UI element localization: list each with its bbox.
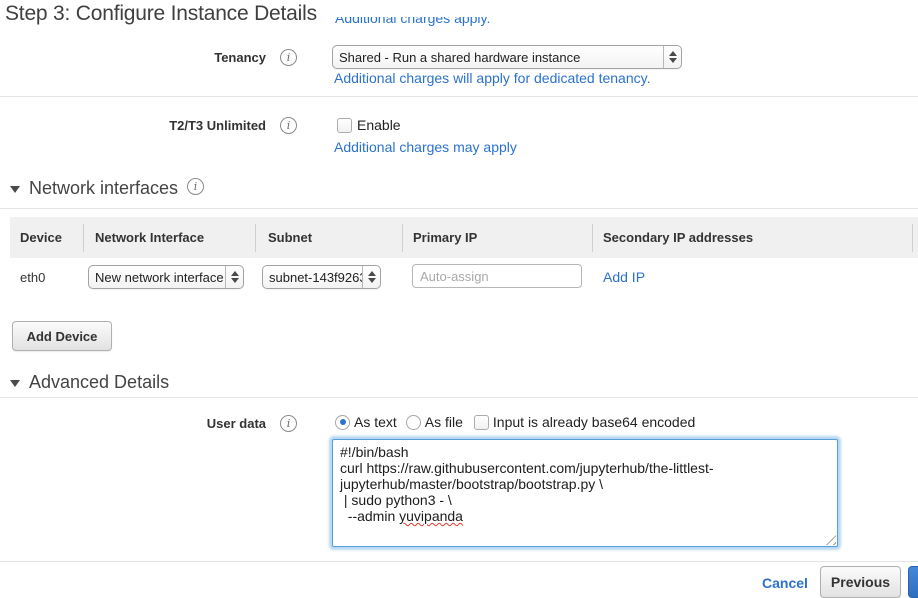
advanced-details-title: Advanced Details — [29, 372, 169, 393]
column-separator — [402, 224, 403, 252]
info-icon[interactable]: i — [280, 415, 297, 432]
col-header-primary-ip: Primary IP — [413, 230, 477, 245]
as-text-radio-label: As text — [354, 414, 397, 430]
col-header-secondary-ip: Secondary IP addresses — [603, 230, 753, 245]
advanced-details-section-header[interactable]: Advanced Details — [10, 372, 169, 393]
select-stepper-icon — [663, 46, 681, 68]
previous-button[interactable]: Previous — [820, 566, 901, 598]
network-interface-select[interactable]: New network interface — [88, 265, 244, 289]
network-interfaces-section-header[interactable]: Network interfaces i — [10, 178, 204, 199]
select-stepper-icon — [225, 266, 243, 288]
add-device-button-label: Add Device — [27, 329, 98, 344]
base64-checkbox-label: Input is already base64 encoded — [493, 414, 695, 430]
enable-checkbox-label: Enable — [357, 117, 401, 133]
col-header-device: Device — [20, 230, 62, 245]
misspelled-word: yuvipanda — [399, 508, 463, 524]
network-interfaces-title: Network interfaces — [29, 178, 178, 199]
column-separator — [592, 224, 593, 252]
primary-ip-input[interactable] — [412, 264, 582, 288]
device-cell: eth0 — [20, 270, 45, 285]
collapse-triangle-icon — [10, 380, 20, 387]
user-data-text: #!/bin/bash curl https://raw.githubuserc… — [333, 440, 837, 546]
network-interface-select-value: New network interface — [89, 266, 225, 288]
tenancy-label: Tenancy — [0, 50, 266, 65]
select-stepper-icon — [362, 266, 380, 288]
info-icon[interactable]: i — [280, 49, 297, 66]
column-separator — [912, 224, 913, 252]
cancel-button[interactable]: Cancel — [762, 575, 808, 591]
configure-instance-details-page: Additional charges apply. Step 3: Config… — [0, 0, 918, 598]
info-icon-glyph: i — [287, 120, 291, 131]
info-icon[interactable]: i — [187, 178, 204, 195]
as-file-radio[interactable] — [406, 415, 421, 430]
t2t3-unlimited-label: T2/T3 Unlimited — [0, 118, 266, 133]
subnet-select[interactable]: subnet-143f9263 — [262, 265, 381, 289]
divider — [0, 561, 918, 562]
t2t3-charges-link[interactable]: Additional charges may apply — [334, 139, 517, 155]
user-data-label: User data — [0, 416, 266, 431]
col-header-network-interface: Network Interface — [95, 230, 204, 245]
user-data-script-text: #!/bin/bash curl https://raw.githubuserc… — [340, 444, 714, 524]
add-device-button[interactable]: Add Device — [12, 321, 112, 351]
info-icon[interactable]: i — [280, 117, 297, 134]
collapse-triangle-icon — [10, 186, 20, 193]
scrolled-content-clip: Additional charges apply. — [335, 17, 595, 31]
info-icon-glyph: i — [287, 52, 291, 63]
info-icon-glyph: i — [287, 418, 291, 429]
as-file-radio-label: As file — [425, 414, 463, 430]
subnet-select-value: subnet-143f9263 — [263, 266, 362, 288]
user-data-textarea[interactable]: #!/bin/bash curl https://raw.githubuserc… — [332, 439, 838, 547]
base64-checkbox[interactable] — [474, 415, 489, 430]
divider — [0, 208, 918, 209]
additional-charges-apply-link[interactable]: Additional charges apply. — [335, 17, 490, 26]
divider — [0, 397, 918, 398]
enable-checkbox[interactable] — [337, 118, 352, 133]
previous-button-label: Previous — [831, 574, 890, 590]
column-separator — [255, 224, 256, 252]
as-text-radio[interactable] — [335, 415, 350, 430]
column-separator — [83, 224, 84, 252]
tenancy-select-value: Shared - Run a shared hardware instance — [333, 46, 663, 68]
add-ip-link[interactable]: Add IP — [603, 269, 645, 285]
tenancy-select[interactable]: Shared - Run a shared hardware instance — [332, 45, 682, 69]
radio-selected-dot — [340, 419, 346, 425]
review-and-launch-button[interactable] — [908, 566, 918, 598]
col-header-subnet: Subnet — [268, 230, 312, 245]
page-title: Step 3: Configure Instance Details — [5, 2, 317, 26]
tenancy-charges-link[interactable]: Additional charges will apply for dedica… — [334, 70, 650, 86]
info-icon-glyph: i — [194, 181, 198, 192]
divider — [0, 96, 918, 97]
